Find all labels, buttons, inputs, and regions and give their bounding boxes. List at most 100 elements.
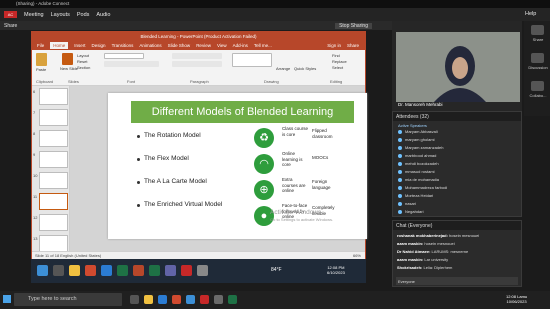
task-view-icon[interactable] [53,265,64,276]
slide-thumbnail-pane[interactable]: 6 7 8 9 10 11 12 13 [32,86,70,251]
powerpoint-icon[interactable] [133,265,144,276]
attendee-name[interactable]: mia de mohamadia [405,177,439,182]
share-layout-icon[interactable] [531,25,544,35]
menu-layouts[interactable]: Layouts [51,12,70,18]
chat-recipient-select[interactable]: Everyone [396,277,518,285]
slide-thumbnail[interactable] [39,130,68,147]
reset-button[interactable]: Reset [77,59,87,64]
task-view-icon[interactable] [130,295,139,304]
excel-icon[interactable] [117,265,128,276]
slide-thumbnail[interactable] [39,151,68,168]
font-name-select[interactable] [104,53,144,59]
activate-windows-watermark: Activate Windows Go to Settings to activ… [270,209,333,223]
section-button[interactable]: Section [77,65,90,70]
group-slides: Slides [68,79,79,84]
attendee-name[interactable]: marbbood ahmad [405,153,436,158]
tab-review[interactable]: Review [196,43,211,48]
bullet [137,181,140,184]
app-icon[interactable] [228,295,237,304]
layout-collaboration[interactable]: Collabo... [528,93,548,98]
attendee-name[interactable]: Maryam Abbasvali [405,129,438,134]
tell-me-search[interactable]: Tell me... [254,43,272,48]
adobe-connect-menubar: AC Meeting Layouts Pods Audio [0,8,550,21]
share-button[interactable]: Share [347,43,359,48]
paste-icon[interactable] [36,53,47,66]
slide-thumbnail[interactable] [39,235,68,251]
chat-recipient: Everyone [398,279,415,284]
model-flex: The Flex Model [144,155,189,162]
tab-view[interactable]: View [217,43,227,48]
file-explorer-icon[interactable] [144,295,153,304]
adobe-connect-icon[interactable] [200,295,209,304]
search-placeholder: Type here to search [28,296,77,302]
shapes-gallery[interactable] [232,53,272,67]
attendee-name[interactable]: mmasud rostami [405,169,435,174]
font-format-buttons[interactable] [104,61,159,67]
chrome-icon[interactable] [85,265,96,276]
slide-thumbnail[interactable] [39,172,68,189]
attendee-name[interactable]: maryam gholami [405,137,435,142]
attendee-name[interactable]: nasari [405,201,416,206]
paragraph-align-buttons[interactable] [172,61,222,67]
app-icon[interactable] [165,265,176,276]
tab-add-ins[interactable]: Add-ins [233,43,248,48]
windows-start-icon[interactable] [3,295,11,303]
sign-in-link[interactable]: Sign in [327,43,341,48]
app-icon[interactable] [214,295,223,304]
bullet [137,135,140,138]
tab-slide-show[interactable]: Slide Show [168,43,191,48]
menu-help[interactable]: Help [525,11,536,17]
attendee-name[interactable]: Mohammadreza farbodi [405,185,447,190]
zoom-level[interactable]: 66% [353,253,361,258]
tab-design[interactable]: Design [92,43,106,48]
file-explorer-icon[interactable] [69,265,80,276]
app-icon[interactable] [186,295,195,304]
slide-thumbnail-selected[interactable] [39,193,68,210]
stop-sharing-button[interactable]: Stop Sharing [335,22,372,29]
tab-animations[interactable]: Animations [139,43,161,48]
attendee-name[interactable]: Maryam zamanzadeh [405,145,443,150]
menu-meeting[interactable]: Meeting [24,12,44,18]
windows-start-icon[interactable] [37,265,48,276]
app-icon[interactable] [197,265,208,276]
slide-thumbnail[interactable] [39,214,68,231]
tab-insert[interactable]: Insert [74,43,85,48]
layout-discussion[interactable]: Discussion [528,65,548,70]
excel-icon[interactable] [149,265,160,276]
tab-transitions[interactable]: Transitions [112,43,134,48]
paragraph-list-buttons[interactable] [172,53,222,59]
slide-thumbnail[interactable] [39,109,68,126]
attendee-icon [398,162,402,166]
attendee-name[interactable]: mehdi bozokzadeh [405,161,439,166]
edge-icon[interactable] [158,295,167,304]
find-button[interactable]: Find [332,53,340,58]
adobe-connect-icon[interactable] [181,265,192,276]
quick-styles-button[interactable]: Quick Styles [294,66,316,71]
discussion-layout-icon[interactable] [531,53,544,63]
chrome-icon[interactable] [172,295,181,304]
attendee-name[interactable]: Negahdari [405,209,423,214]
chat-sender: Shokrisadeh: [397,265,423,270]
attendee-icon [398,170,402,174]
tab-home[interactable]: Home [50,42,69,49]
share-pod-title: Share [4,22,18,29]
layout-share[interactable]: Share [528,37,548,42]
select-button[interactable]: Select [332,65,343,70]
collaboration-layout-icon[interactable] [531,81,544,91]
chat-sender: Dr Nahid Atmaee: [397,249,431,254]
attendee-name[interactable]: Morteza Heidari [405,193,433,198]
new-slide-icon[interactable] [62,53,73,65]
taskbar-search-box[interactable]: Type here to search [14,293,122,306]
menu-audio[interactable]: Audio [96,12,110,18]
word-icon[interactable] [101,265,112,276]
chat-text: LARUMS: mesnerne [431,249,469,254]
replace-button[interactable]: Replace [332,59,347,64]
slide-thumbnail[interactable] [39,88,68,105]
arrange-button[interactable]: Arrange [276,66,290,71]
tab-file[interactable]: File [37,43,44,48]
system-clock[interactable]: 12:08 Lamu 10/06/2023 [506,294,527,304]
menu-pods[interactable]: Pods [77,12,90,18]
attendees-header: Attendees (32) [393,112,521,121]
attendee-icon [398,154,402,158]
layout-button[interactable]: Layout [77,53,89,58]
